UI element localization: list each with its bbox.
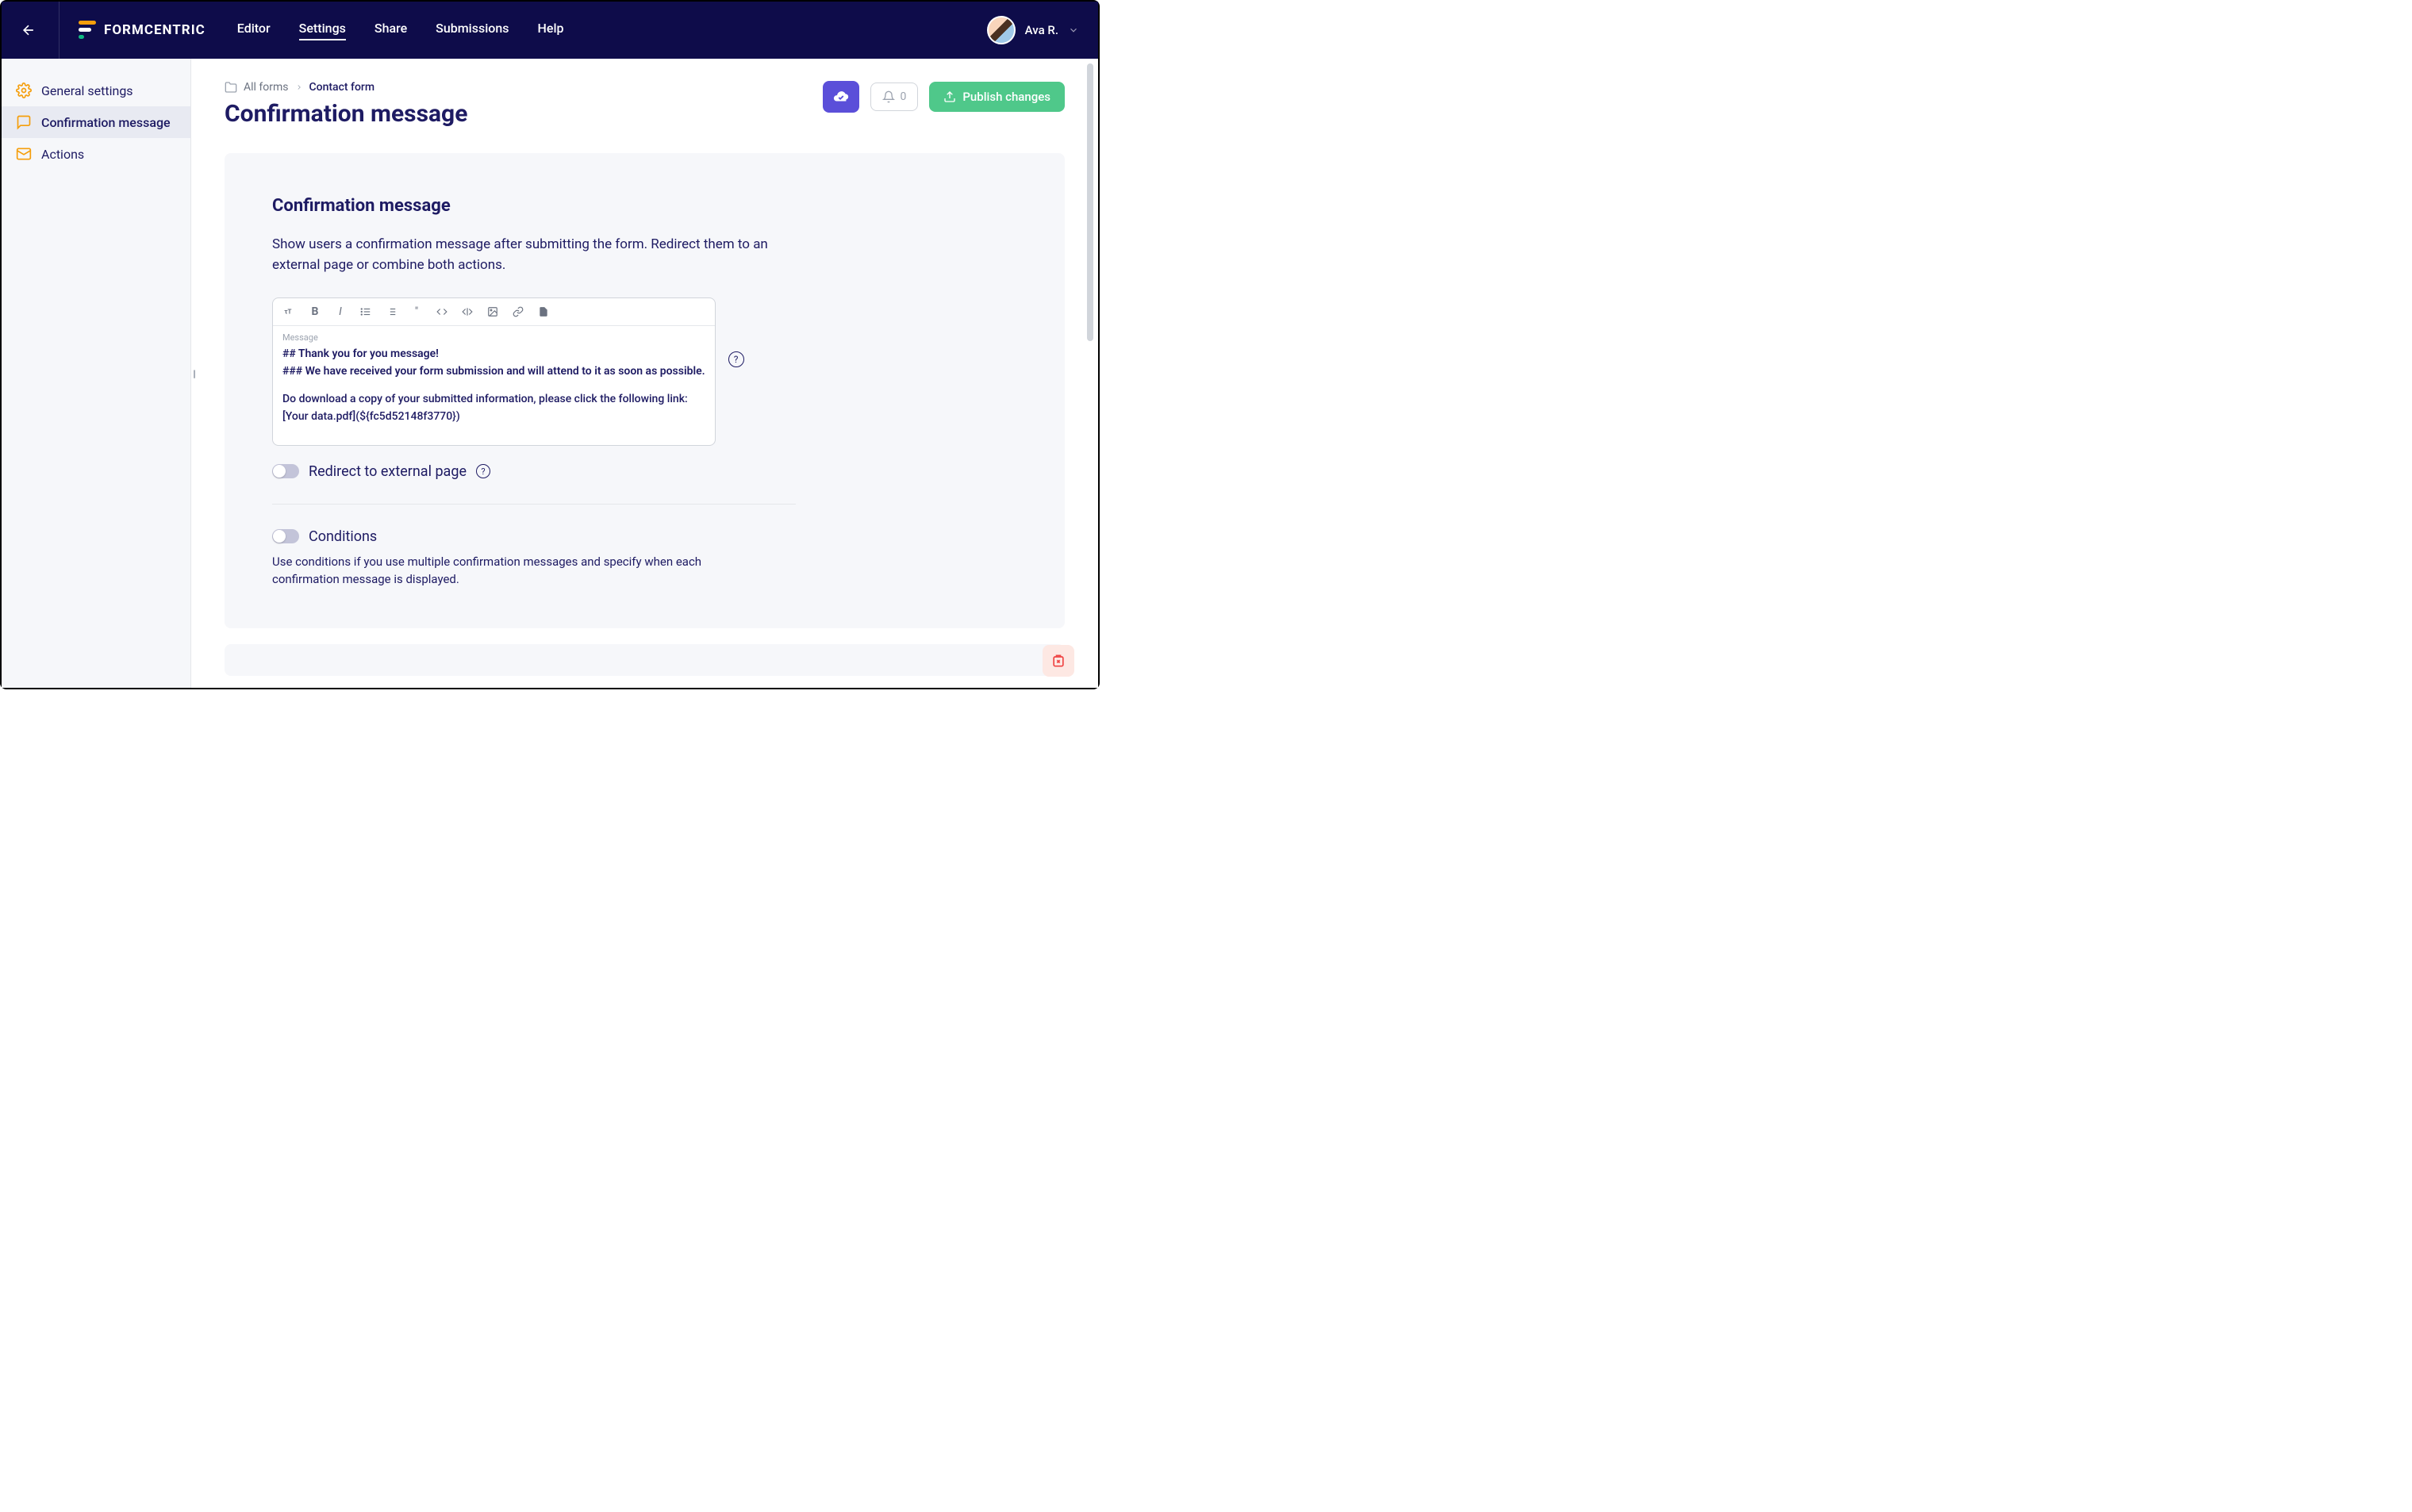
sidebar-item-label: General settings: [41, 83, 133, 98]
sidebar-item-label: Confirmation message: [41, 115, 171, 130]
toolbar-ul-button[interactable]: [359, 305, 373, 319]
main-nav: Editor Settings Share Submissions Help: [237, 21, 564, 40]
action-buttons: 0 Publish changes: [823, 81, 1065, 113]
breadcrumb-current: Contact form: [309, 81, 375, 94]
chat-icon: [16, 114, 32, 130]
avatar: [987, 16, 1016, 44]
editor-content[interactable]: Message ## Thank you for you message! ##…: [273, 326, 715, 445]
user-name: Ava R.: [1025, 23, 1058, 37]
page-title: Confirmation message: [225, 100, 467, 128]
redirect-toggle[interactable]: [272, 464, 299, 478]
mail-icon: [16, 146, 32, 162]
toolbar-bold-button[interactable]: B: [308, 305, 322, 319]
toolbar-italic-button[interactable]: I: [333, 305, 348, 319]
breadcrumb: All forms Contact form: [225, 81, 467, 94]
scroll-thumb[interactable]: [1087, 63, 1093, 341]
logo-icon: [79, 21, 96, 40]
nav-settings[interactable]: Settings: [299, 21, 346, 40]
nav-editor[interactable]: Editor: [237, 21, 271, 40]
toolbar-quote-button[interactable]: ": [409, 305, 424, 319]
sidebar-item-general[interactable]: General settings: [2, 75, 190, 106]
divider: [272, 504, 796, 505]
nav-share[interactable]: Share: [374, 21, 407, 40]
sidebar-item-actions[interactable]: Actions: [2, 138, 190, 170]
chevron-right-icon: [295, 83, 303, 91]
conditions-toggle[interactable]: [272, 529, 299, 543]
toolbar-codeblock-button[interactable]: [460, 305, 474, 319]
publish-button[interactable]: Publish changes: [929, 82, 1065, 112]
next-card-peek: [225, 644, 1065, 676]
app-body: General settings Confirmation message Ac…: [2, 59, 1098, 688]
editor-placeholder: Message: [282, 332, 705, 343]
toolbar-code-button[interactable]: [435, 305, 449, 319]
cloud-check-icon: [832, 88, 850, 106]
chevron-down-icon: [1068, 25, 1079, 36]
card-title: Confirmation message: [272, 196, 1017, 216]
publish-label: Publish changes: [962, 90, 1050, 104]
gear-icon: [16, 83, 32, 98]
delete-float-button[interactable]: [1043, 645, 1074, 677]
conditions-description: Use conditions if you use multiple confi…: [272, 553, 764, 589]
toolbar-pdf-button[interactable]: [536, 305, 551, 319]
sidebar-resize-handle[interactable]: ||: [193, 368, 194, 379]
redirect-help-icon[interactable]: ?: [476, 464, 490, 478]
editor-toolbar: τT B I ": [273, 298, 715, 326]
save-cloud-button[interactable]: [823, 81, 859, 113]
editor-line: ## Thank you for you message!: [282, 346, 705, 363]
main-content: All forms Contact form Confirmation mess…: [191, 59, 1098, 688]
user-menu[interactable]: Ava R.: [987, 16, 1079, 44]
scrollbar[interactable]: [1087, 63, 1093, 508]
redirect-toggle-row: Redirect to external page ?: [272, 463, 1017, 480]
back-button[interactable]: [21, 2, 60, 59]
toggle-knob: [273, 530, 286, 543]
arrow-left-icon: [21, 22, 36, 38]
conditions-label: Conditions: [309, 528, 377, 545]
confirmation-card: Confirmation message Show users a confir…: [225, 153, 1065, 628]
toolbar-link-button[interactable]: [511, 305, 525, 319]
message-editor: τT B I " Message ## Thank y: [272, 297, 716, 446]
bell-icon: [882, 90, 895, 103]
toggle-knob: [273, 465, 286, 478]
logo-text: FORMCENTRIC: [104, 22, 205, 38]
editor-line: [Your data.pdf](${fc5d52148f3770}): [282, 409, 705, 426]
breadcrumb-root[interactable]: All forms: [244, 81, 289, 94]
toolbar-image-button[interactable]: [486, 305, 500, 319]
toolbar-heading-button[interactable]: τT: [282, 305, 297, 319]
card-description: Show users a confirmation message after …: [272, 235, 780, 275]
toolbar-ol-button[interactable]: [384, 305, 398, 319]
sidebar-item-label: Actions: [41, 147, 84, 162]
top-row: All forms Contact form Confirmation mess…: [225, 81, 1065, 153]
editor-line: ### We have received your form submissio…: [282, 363, 705, 381]
svg-text:τT: τT: [284, 309, 291, 316]
folder-icon: [225, 81, 237, 94]
notification-count: 0: [900, 90, 906, 103]
trash-x-icon: [1050, 653, 1066, 669]
conditions-toggle-row: Conditions: [272, 528, 1017, 545]
sidebar-item-confirmation[interactable]: Confirmation message: [2, 106, 190, 138]
editor-help-icon[interactable]: ?: [728, 351, 744, 367]
nav-submissions[interactable]: Submissions: [436, 21, 509, 40]
app-header: FORMCENTRIC Editor Settings Share Submis…: [2, 2, 1098, 59]
settings-sidebar: General settings Confirmation message Ac…: [2, 59, 191, 688]
logo[interactable]: FORMCENTRIC: [79, 21, 205, 40]
upload-icon: [943, 90, 956, 103]
editor-line: Do download a copy of your submitted inf…: [282, 391, 705, 409]
redirect-label: Redirect to external page: [309, 463, 467, 480]
nav-help[interactable]: Help: [538, 21, 564, 40]
editor-line: [282, 380, 705, 391]
notification-button[interactable]: 0: [870, 83, 918, 111]
